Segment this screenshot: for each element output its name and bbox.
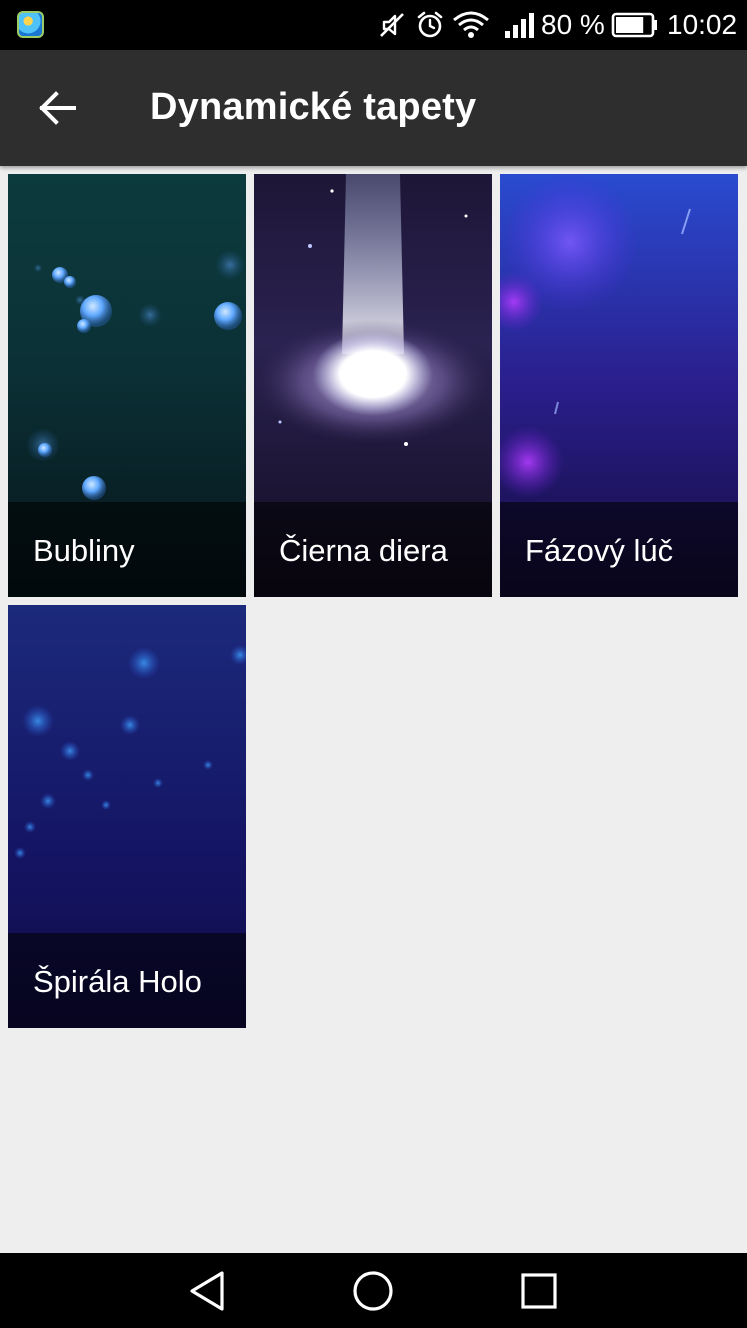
- battery-icon: [611, 12, 657, 38]
- signal-icon: [505, 13, 534, 38]
- app-notification-icon: [17, 11, 44, 38]
- nav-recents-button[interactable]: [514, 1267, 564, 1315]
- home-circle-icon: [353, 1271, 393, 1311]
- recents-square-icon: [521, 1273, 557, 1309]
- wallpaper-label: Bubliny: [33, 533, 135, 568]
- arrow-back-icon: [39, 91, 76, 125]
- status-bar: 80 % 10:02: [0, 0, 747, 50]
- wallpaper-tile-spirala-holo[interactable]: Špirála Holo: [8, 605, 246, 1028]
- wallpaper-tile-fazovy-luc[interactable]: Fázový lúč: [500, 174, 738, 597]
- alarm-icon: [417, 11, 443, 38]
- wifi-icon: [453, 11, 489, 38]
- clock: 10:02: [667, 9, 738, 40]
- wallpaper-label: Čierna diera: [279, 533, 448, 568]
- back-triangle-icon: [190, 1271, 224, 1311]
- wallpaper-label: Špirála Holo: [33, 964, 202, 999]
- wallpaper-tile-cierna-diera[interactable]: Čierna diera: [254, 174, 492, 597]
- battery-percent: 80 %: [541, 9, 605, 40]
- toolbar: Dynamické tapety: [0, 50, 747, 166]
- nav-home-button[interactable]: [348, 1267, 398, 1315]
- wallpaper-tile-bubliny[interactable]: Bubliny: [8, 174, 246, 597]
- wallpaper-label: Fázový lúč: [525, 533, 674, 568]
- mute-icon: [380, 13, 404, 37]
- back-button[interactable]: [30, 82, 86, 134]
- screen: 80 % 10:02 Dynamické tapety Bubliny Čier…: [0, 0, 747, 1328]
- navigation-bar: [0, 1253, 747, 1328]
- nav-back-button[interactable]: [183, 1267, 233, 1315]
- page-title: Dynamické tapety: [150, 86, 477, 128]
